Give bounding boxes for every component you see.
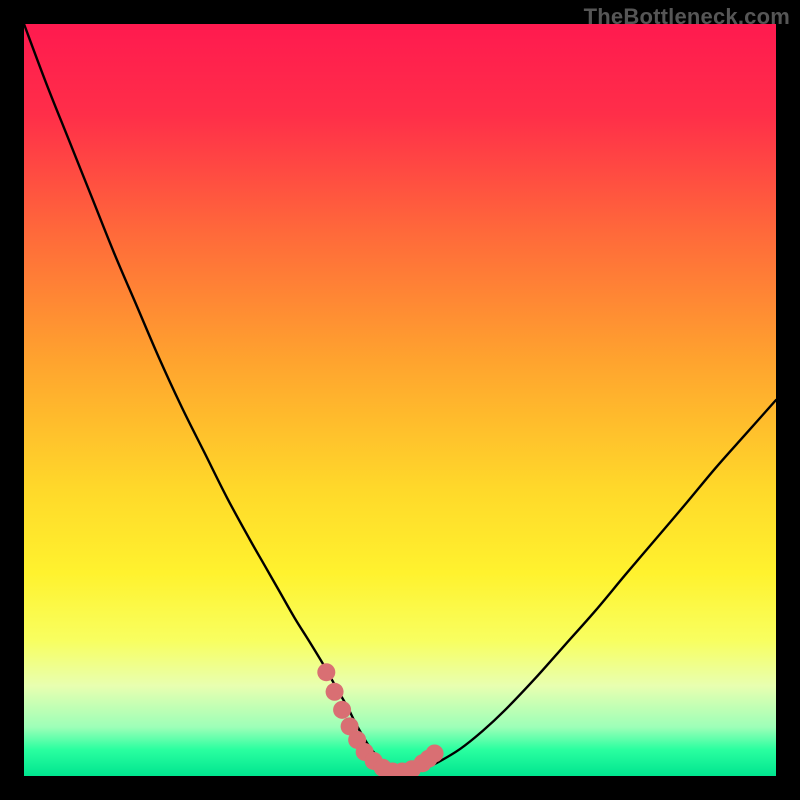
watermark-text: TheBottleneck.com bbox=[584, 4, 790, 30]
chart-frame bbox=[24, 24, 776, 776]
bottleneck-curve-chart bbox=[24, 24, 776, 776]
gradient-background bbox=[24, 24, 776, 776]
curve-marker bbox=[326, 683, 344, 701]
curve-marker bbox=[317, 663, 335, 681]
curve-marker bbox=[333, 701, 351, 719]
curve-marker bbox=[426, 744, 444, 762]
